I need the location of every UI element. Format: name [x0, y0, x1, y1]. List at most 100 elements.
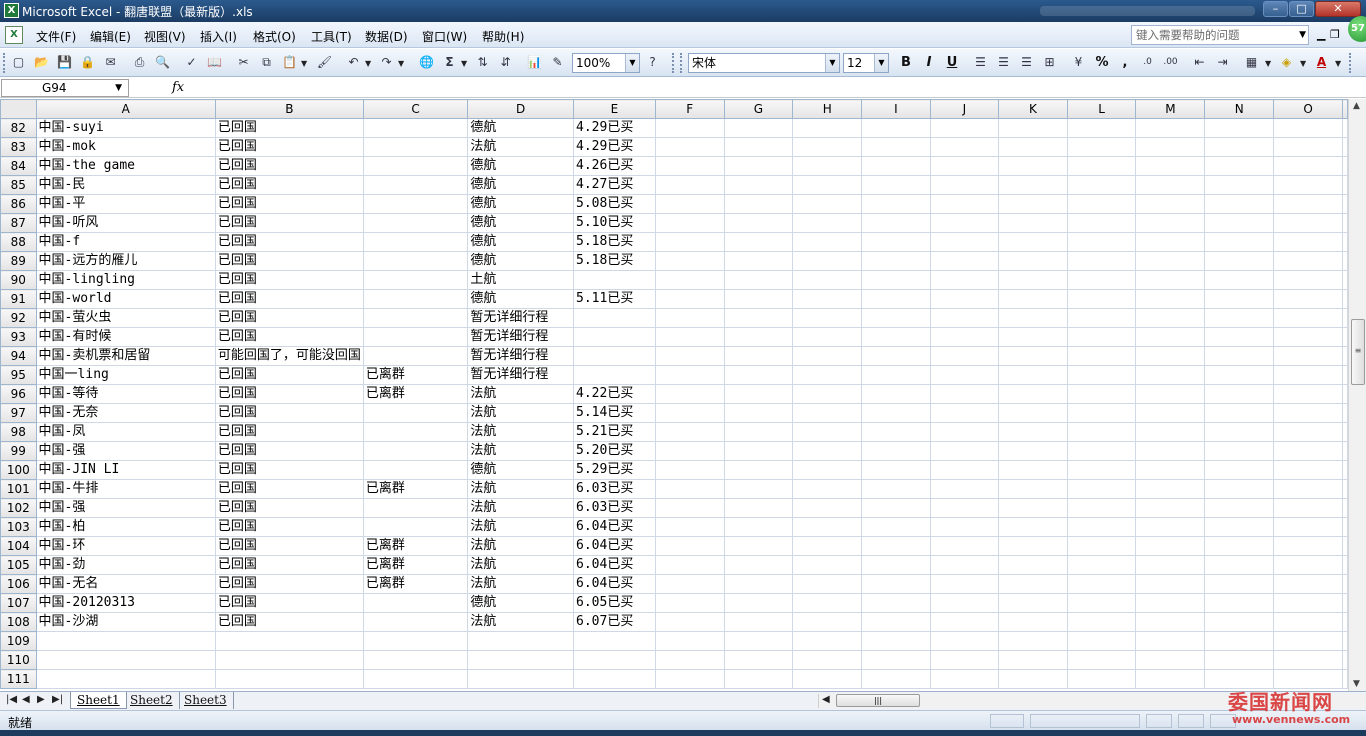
cell-empty[interactable]	[861, 156, 931, 176]
cell-empty[interactable]	[1342, 403, 1348, 423]
cell-empty[interactable]	[1135, 631, 1206, 651]
row-header[interactable]: 93	[0, 327, 37, 347]
cell-empty[interactable]	[1066, 365, 1137, 385]
cell-empty[interactable]	[1135, 479, 1206, 499]
cell-empty[interactable]	[723, 669, 794, 689]
cell-b[interactable]: 已回国	[214, 498, 364, 518]
cell-empty[interactable]	[1342, 289, 1348, 309]
cell-d[interactable]: 法航	[467, 555, 575, 575]
cell-b[interactable]: 已回国	[214, 593, 364, 613]
cell-empty[interactable]	[654, 650, 725, 670]
cell-empty[interactable]	[1135, 213, 1206, 233]
cell-table[interactable]: ABCDEFGHIJKLMNO 82 中国-suyi 已回国 德航 4.29已买 83 中国…	[0, 99, 1348, 689]
cell-empty[interactable]	[723, 213, 794, 233]
cell-e[interactable]	[573, 308, 656, 328]
cell-empty[interactable]	[1066, 517, 1137, 537]
cell-a[interactable]: 中国-suyi	[35, 118, 216, 138]
cell-d[interactable]	[467, 669, 575, 689]
cell-empty[interactable]	[723, 175, 794, 195]
cell-empty[interactable]	[861, 498, 931, 518]
horizontal-scroll-thumb[interactable]: |||	[836, 694, 920, 707]
column-header[interactable]: O	[1273, 99, 1343, 119]
menu-data[interactable]: 数据(D)	[365, 28, 408, 45]
cell-empty[interactable]	[998, 422, 1068, 442]
decrease-decimal-icon[interactable]: .00	[1162, 54, 1179, 71]
cell-empty[interactable]	[654, 441, 725, 461]
cell-empty[interactable]	[1066, 308, 1137, 328]
new-icon[interactable]: ▢	[10, 54, 27, 71]
cell-empty[interactable]	[1204, 137, 1275, 157]
cell-d[interactable]: 法航	[467, 574, 575, 594]
cell-empty[interactable]	[1204, 650, 1275, 670]
next-sheet-icon[interactable]: ▶	[37, 694, 45, 705]
cell-empty[interactable]	[1135, 536, 1206, 556]
cell-empty[interactable]	[1204, 631, 1275, 651]
cell-empty[interactable]	[929, 479, 1000, 499]
sort-descending-icon[interactable]: ⇵	[497, 54, 514, 71]
cell-e[interactable]: 4.22已买	[573, 384, 656, 404]
cell-empty[interactable]	[792, 460, 863, 480]
cell-c[interactable]	[362, 137, 469, 157]
cell-empty[interactable]	[1066, 213, 1137, 233]
cell-empty[interactable]	[1273, 346, 1343, 366]
cell-a[interactable]: 中国-牛排	[35, 479, 216, 499]
cell-e[interactable]: 6.04已买	[573, 555, 656, 575]
cell-empty[interactable]	[1273, 327, 1343, 347]
cell-c[interactable]	[362, 251, 469, 271]
cell-empty[interactable]	[1204, 612, 1275, 632]
cell-empty[interactable]	[1066, 555, 1137, 575]
cell-empty[interactable]	[1135, 498, 1206, 518]
cell-d[interactable]: 德航	[467, 460, 575, 480]
cell-d[interactable]: 暂无详细行程	[467, 327, 575, 347]
copy-icon[interactable]: ⧉	[258, 54, 275, 71]
cell-c[interactable]: 已离群	[362, 574, 469, 594]
cell-empty[interactable]	[1066, 498, 1137, 518]
cell-empty[interactable]	[1342, 308, 1348, 328]
cell-empty[interactable]	[792, 213, 863, 233]
cell-empty[interactable]	[861, 422, 931, 442]
cell-empty[interactable]	[723, 308, 794, 328]
help-search-input[interactable]: 键入需要帮助的问题 ▼	[1131, 25, 1309, 45]
cell-empty[interactable]	[861, 327, 931, 347]
cell-b[interactable]: 已回国	[214, 327, 364, 347]
cell-b[interactable]: 已回国	[214, 517, 364, 537]
cell-empty[interactable]	[861, 555, 931, 575]
open-icon[interactable]: 📂	[33, 54, 50, 71]
cell-empty[interactable]	[861, 365, 931, 385]
cell-empty[interactable]	[723, 593, 794, 613]
cell-empty[interactable]	[1273, 536, 1343, 556]
cell-empty[interactable]	[1273, 270, 1343, 290]
toolbar-grip[interactable]	[672, 53, 675, 73]
cell-b[interactable]: 已回国	[214, 403, 364, 423]
cell-e[interactable]: 6.05已买	[573, 593, 656, 613]
toolbar-grip[interactable]	[1349, 53, 1352, 73]
cell-empty[interactable]	[861, 118, 931, 138]
cell-empty[interactable]	[861, 213, 931, 233]
cell-d[interactable]: 法航	[467, 612, 575, 632]
cell-empty[interactable]	[723, 118, 794, 138]
cell-empty[interactable]	[929, 213, 1000, 233]
cell-empty[interactable]	[1066, 270, 1137, 290]
cell-empty[interactable]	[998, 175, 1068, 195]
cell-empty[interactable]	[1135, 650, 1206, 670]
cell-empty[interactable]	[1066, 441, 1137, 461]
cell-empty[interactable]	[861, 232, 931, 252]
vertical-scroll-thumb[interactable]: ≡	[1351, 319, 1365, 385]
cell-e[interactable]: 4.26已买	[573, 156, 656, 176]
cell-empty[interactable]	[1066, 156, 1137, 176]
align-right-icon[interactable]: ☰	[1018, 54, 1035, 71]
cell-empty[interactable]	[654, 574, 725, 594]
row-header[interactable]: 87	[0, 213, 37, 233]
cell-empty[interactable]	[1342, 441, 1348, 461]
cell-d[interactable]: 德航	[467, 251, 575, 271]
cell-empty[interactable]	[1066, 479, 1137, 499]
cell-empty[interactable]	[998, 631, 1068, 651]
cell-empty[interactable]	[998, 574, 1068, 594]
cell-empty[interactable]	[1135, 232, 1206, 252]
insert-function-icon[interactable]: fx	[172, 80, 184, 95]
print-preview-icon[interactable]: 🔍	[154, 54, 171, 71]
row-header[interactable]: 89	[0, 251, 37, 271]
cell-d[interactable]	[467, 631, 575, 651]
cell-empty[interactable]	[1273, 517, 1343, 537]
cell-empty[interactable]	[998, 232, 1068, 252]
